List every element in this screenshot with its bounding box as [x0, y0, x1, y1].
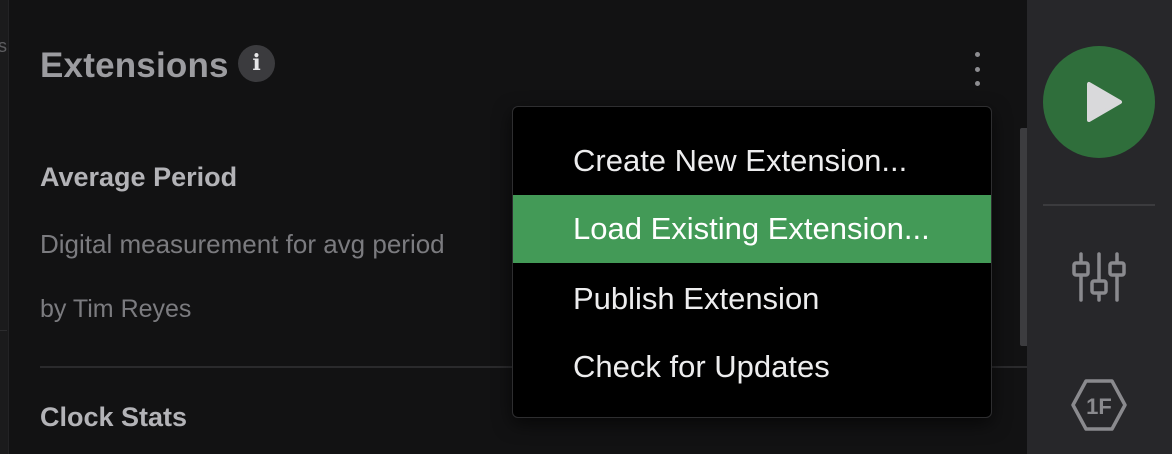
more-options-icon[interactable] [966, 52, 988, 86]
left-pane-glyph: s [0, 36, 7, 56]
extension-author: by Tim Reyes [40, 295, 192, 323]
extension-description: Digital measurement for avg period [40, 229, 445, 259]
extension-name: Average Period [40, 162, 238, 192]
badge-text: 1F [1086, 394, 1112, 419]
menu-item-publish-extension[interactable]: Publish Extension [513, 265, 991, 333]
kebab-dot [974, 52, 980, 57]
1f-badge-icon[interactable]: 1F [1071, 376, 1127, 439]
toolbar-divider [1043, 204, 1155, 206]
left-pane-edge: s [0, 0, 9, 454]
menu-item-load-existing-extension[interactable]: Load Existing Extension... [513, 195, 991, 263]
app-window: s Extensions i Average Period Digital me… [0, 0, 1172, 454]
run-button[interactable] [1043, 46, 1155, 158]
panel-title: Extensions [40, 46, 229, 85]
sliders-icon[interactable] [1071, 248, 1127, 313]
menu-item-create-new-extension[interactable]: Create New Extension... [513, 127, 991, 195]
extensions-options-menu: Create New Extension... Load Existing Ex… [512, 106, 992, 418]
menu-item-check-for-updates[interactable]: Check for Updates [513, 333, 991, 401]
kebab-dot [974, 66, 980, 72]
play-icon [1087, 82, 1122, 122]
left-pane-divider [0, 330, 7, 331]
kebab-dot [974, 81, 980, 86]
extension-item-clock-stats[interactable]: Clock Stats [40, 402, 187, 433]
right-toolbar: 1F [1027, 0, 1172, 454]
extension-name: Clock Stats [40, 402, 188, 432]
info-icon[interactable]: i [238, 45, 275, 82]
